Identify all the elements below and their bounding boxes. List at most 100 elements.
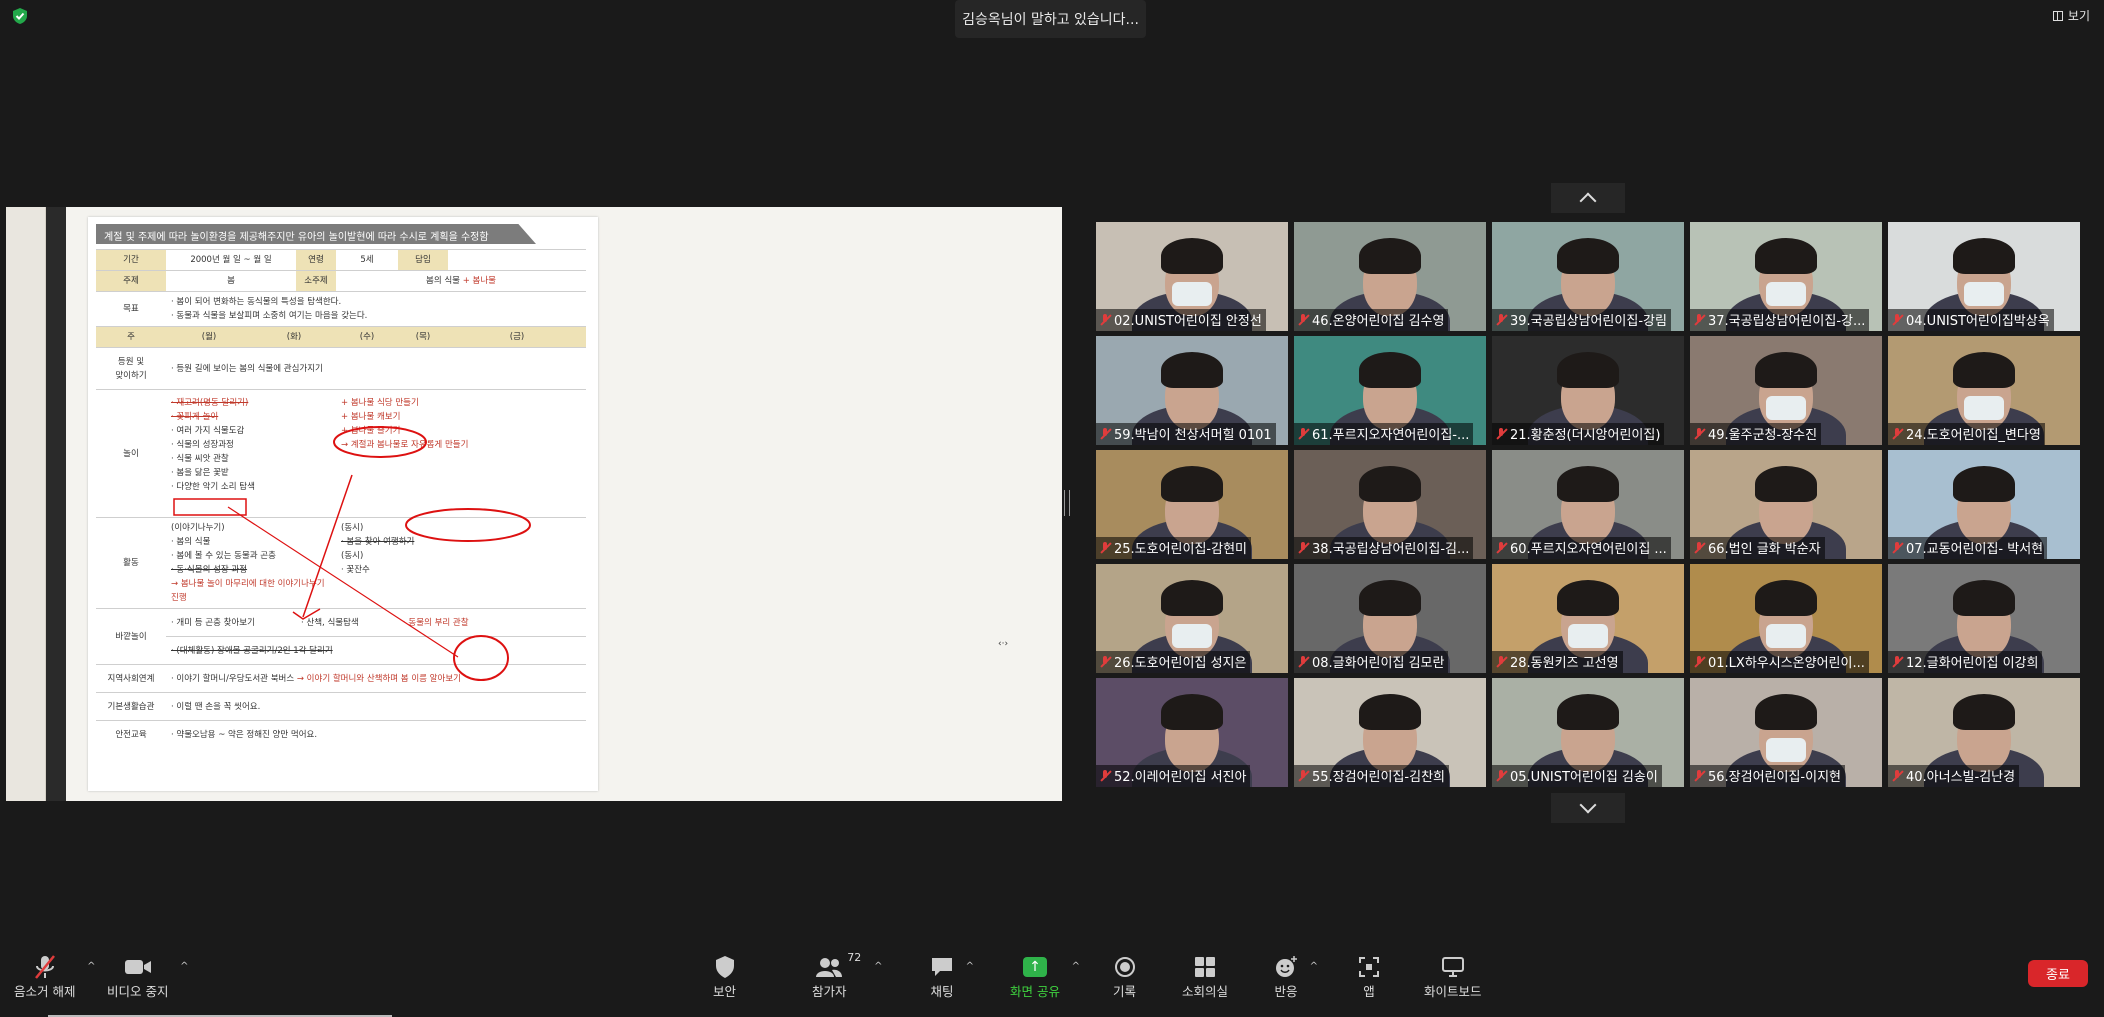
muted-mic-icon (1891, 541, 1903, 554)
muted-mic-icon (1495, 769, 1507, 782)
face-mask (1964, 282, 2004, 306)
video-tile[interactable]: 46.온양어린이집 김수영 (1294, 222, 1486, 331)
unmute-button[interactable]: 음소거 해제 ^ (14, 953, 95, 1000)
play-note-1: + 봄나물 식당 만들기 (341, 398, 419, 408)
participant-name: 38.국공립상남어린이집-김... (1312, 542, 1470, 557)
video-tile[interactable]: 28.동원키즈 고선영 (1492, 564, 1684, 673)
video-tile[interactable]: 08.글화어린이집 김모란 (1294, 564, 1486, 673)
whiteboard-label: 화이트보드 (1424, 984, 1482, 999)
video-gallery: 02.UNIST어린이집 안정선 46.온양어린이집 김수영 39.국공립상남어린이… (1096, 222, 2080, 787)
habit-label: 기본생활습관 (96, 692, 166, 721)
video-tile[interactable]: 37.국공립상남어린이집-강... (1690, 222, 1882, 331)
security-label: 보안 (713, 984, 737, 999)
video-tile[interactable]: 12.글화어린이집 이강희 (1888, 564, 2080, 673)
participant-hair (1359, 352, 1421, 388)
activity-row: 활동 (이야기나누기) · 봄의 식물 · 봄에 볼 수 있는 동물과 곤충 ·… (96, 517, 586, 609)
face-mask (1172, 282, 1212, 306)
play-label: 놀이 (96, 389, 166, 518)
muted-mic-icon (1099, 769, 1111, 782)
end-meeting-button[interactable]: 종료 (2028, 960, 2088, 987)
activity-left-2: · 봄의 식물 (171, 537, 211, 547)
video-tile[interactable]: 38.국공립상남어린이집-김... (1294, 450, 1486, 559)
video-tile[interactable]: 02.UNIST어린이집 안정선 (1096, 222, 1288, 331)
reactions-button[interactable]: 반응 ^ (1274, 953, 1318, 1000)
grid-view-icon (2052, 10, 2063, 21)
participant-name: 24.도호어린이집_변다영 (1906, 428, 2041, 443)
habit-row: 기본생활습관 · 이럴 땐 손을 꼭 씻어요. (96, 692, 586, 721)
play-note-2: + 봄나물 캐보기 (341, 412, 401, 422)
shared-screen[interactable]: 계절 및 주제에 따라 놀이환경을 제공해주지만 유아의 놀이발현에 따라 수시… (6, 207, 1062, 801)
viewer-separator (46, 207, 66, 801)
video-tile[interactable]: 56.장검어린이집-이지현 (1690, 678, 1882, 787)
video-tile[interactable]: 52.이레어린이집 서진아 (1096, 678, 1288, 787)
record-label: 기록 (1113, 984, 1137, 999)
audio-options-caret-icon[interactable]: ^ (87, 961, 95, 972)
participant-name-tag: 60.푸르지오자연어린이집 ... (1492, 537, 1671, 559)
apps-button[interactable]: 앱 (1358, 953, 1380, 1000)
video-tile[interactable]: 07.교동어린이집- 박서현 (1888, 450, 2080, 559)
record-button[interactable]: 기록 (1113, 953, 1136, 1000)
video-tile[interactable]: 40.아너스빌-김난경 (1888, 678, 2080, 787)
lesson-plan-table: 기간 2000년 월 일 ~ 월 일 연령 5세 담임 주제 봄 소주제 봄의 … (96, 249, 586, 749)
participants-options-caret-icon[interactable]: ^ (874, 961, 882, 972)
security-button[interactable]: 보안 (713, 953, 736, 1000)
participant-name-tag: 24.도호어린이집_변다영 (1888, 423, 2045, 445)
face-mask (1964, 396, 2004, 420)
share-screen-button[interactable]: ↑ 화면 공유 ^ (1010, 953, 1080, 1000)
video-tile[interactable]: 66.법인 글화 박순자 (1690, 450, 1882, 559)
muted-mic-icon (1693, 313, 1705, 326)
activity-right-3: (동시) (341, 551, 364, 561)
teacher-label: 담임 (398, 249, 448, 271)
whiteboard-icon (1441, 953, 1465, 981)
video-options-caret-icon[interactable]: ^ (180, 961, 188, 972)
arrival-text: · 등원 길에 보이는 봄의 식물에 관심가지기 (166, 347, 586, 390)
whiteboard-button[interactable]: 화이트보드 (1424, 953, 1482, 1000)
outdoor-item-2: · 산책, 식물탐색 (296, 608, 398, 637)
chat-button[interactable]: 채팅 ^ (930, 953, 974, 1000)
muted-mic-icon (1297, 655, 1309, 668)
face-mask (1766, 282, 1806, 306)
play-note-3: + 봄나물 즐기기 (341, 426, 401, 436)
split-view-handle[interactable] (1064, 490, 1070, 516)
play-note-4: → 계절과 봄나물로 자유롭게 만들기 (341, 440, 469, 450)
gallery-prev-page-button[interactable] (1551, 183, 1625, 213)
participants-button[interactable]: 72 참가자 ^ (812, 951, 883, 1000)
video-tile[interactable]: 49.울주군청-장수진 (1690, 336, 1882, 445)
participant-hair (1359, 466, 1421, 502)
video-tile[interactable]: 05.UNIST어린이집 김송이 (1492, 678, 1684, 787)
participant-name-tag: 12.글화어린이집 이강희 (1888, 651, 2043, 673)
participant-name: 37.국공립상남어린이집-강... (1708, 314, 1866, 329)
participant-name: 66.법인 글화 박순자 (1708, 542, 1821, 557)
view-button[interactable]: 보기 (2052, 7, 2090, 24)
video-tile[interactable]: 59.박남이 천상서머힐 0101 (1096, 336, 1288, 445)
participant-hair (1557, 694, 1619, 730)
header-row: 기간 2000년 월 일 ~ 월 일 연령 5세 담임 (96, 249, 586, 271)
video-tile[interactable]: 60.푸르지오자연어린이집 ... (1492, 450, 1684, 559)
gallery-next-page-button[interactable] (1551, 793, 1625, 823)
habit-text: · 이럴 땐 손을 꼭 씻어요. (166, 692, 586, 721)
video-tile[interactable]: 61.푸르지오자연어린이집-... (1294, 336, 1486, 445)
stop-video-button[interactable]: 비디오 중지 ^ (107, 953, 188, 1000)
outdoor-item-3: · 동물의 부리 관찰 (398, 608, 586, 637)
participant-name: 40.아너스빌-김난경 (1906, 770, 2016, 785)
video-tile[interactable]: 25.도호어린이집-감현미 (1096, 450, 1288, 559)
breakout-rooms-button[interactable]: 소회의실 (1182, 953, 1228, 1000)
encryption-shield-icon[interactable] (11, 7, 29, 25)
share-options-caret-icon[interactable]: ^ (1072, 961, 1080, 972)
outdoor-row: 바깥놀이 · 개미 등 곤충 찾아보기 · 산책, 식물탐색 · 동물의 부리 … (96, 608, 586, 665)
video-tile[interactable]: 21.황춘정(더시앙어린이집) (1492, 336, 1684, 445)
video-tile[interactable]: 39.국공립상남어린이집-강림 (1492, 222, 1684, 331)
community-label: 지역사회연계 (96, 664, 166, 693)
video-tile[interactable]: 55.장검어린이집-김찬희 (1294, 678, 1486, 787)
day-mon: (월) (166, 326, 252, 348)
video-tile[interactable]: 01.LX하우시스온양어린이... (1690, 564, 1882, 673)
participant-hair (1755, 580, 1817, 616)
chat-options-caret-icon[interactable]: ^ (966, 961, 974, 972)
participant-name: 04.UNIST어린이집박상옥 (1906, 314, 2050, 329)
video-tile[interactable]: 04.UNIST어린이집박상옥 (1888, 222, 2080, 331)
reactions-options-caret-icon[interactable]: ^ (1310, 961, 1318, 972)
outdoor-item-1: · 개미 등 곤충 찾아보기 (166, 608, 296, 637)
video-tile[interactable]: 26.도호어린이집 성지은 (1096, 564, 1288, 673)
video-tile[interactable]: 24.도호어린이집_변다영 (1888, 336, 2080, 445)
participant-hair (1161, 466, 1223, 502)
